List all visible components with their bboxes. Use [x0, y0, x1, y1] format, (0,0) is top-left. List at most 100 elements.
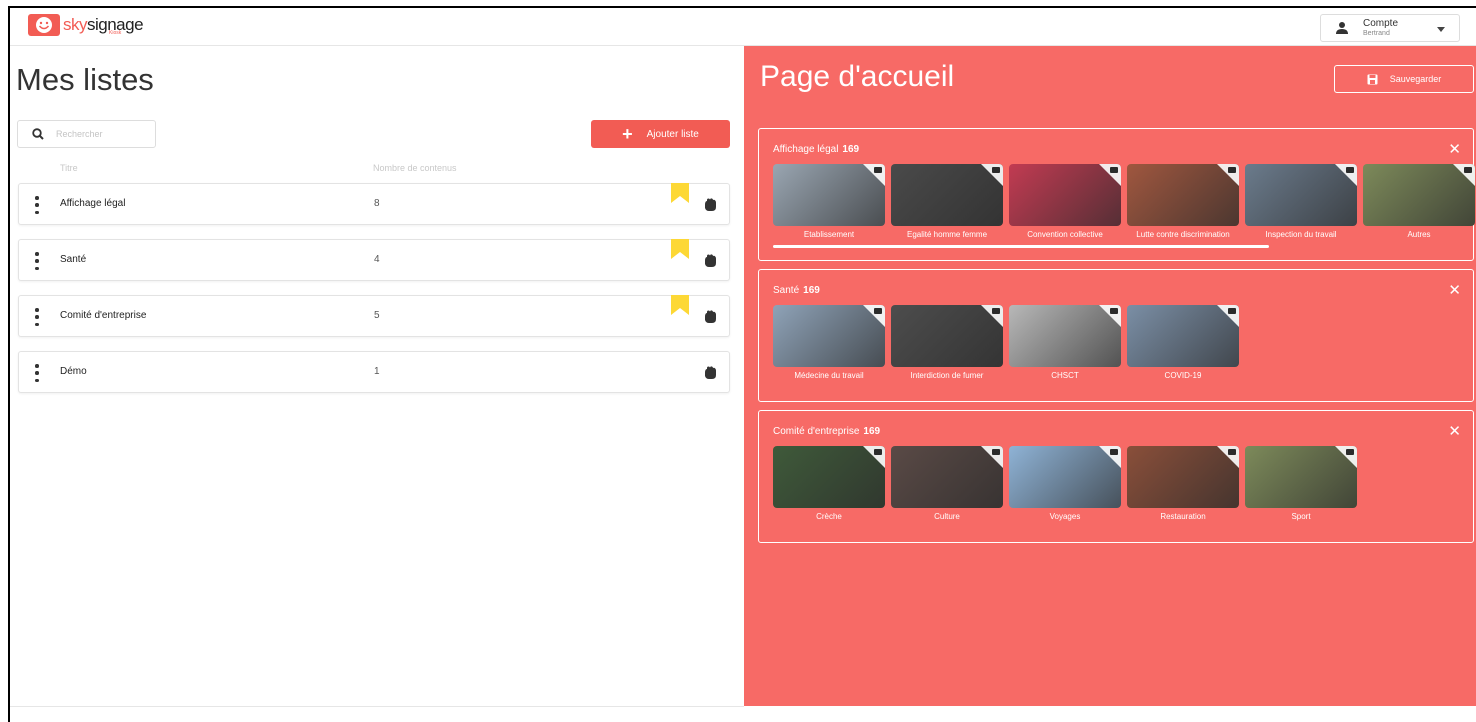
list-row[interactable]: Affichage légal 8	[18, 183, 730, 225]
thumbnail-image	[1245, 446, 1357, 508]
drag-hand-icon[interactable]	[703, 365, 718, 380]
drag-hand-icon[interactable]	[703, 309, 718, 324]
column-header-title: Titre	[60, 163, 78, 173]
content-thumbnail[interactable]: Culture	[891, 446, 1003, 521]
folder-icon	[1110, 308, 1118, 314]
list-row[interactable]: Comité d'entreprise 5	[18, 295, 730, 337]
content-thumbnail[interactable]: Autres	[1363, 164, 1475, 239]
thumbnail-image	[1009, 164, 1121, 226]
thumbnail-image	[773, 164, 885, 226]
more-vertical-icon[interactable]	[35, 308, 39, 326]
close-icon[interactable]: ✕	[1448, 142, 1461, 157]
bookmark-icon[interactable]	[671, 183, 689, 203]
section-title: Comité d'entreprise 169	[773, 426, 880, 437]
content-thumbnail[interactable]: Sport	[1245, 446, 1357, 521]
thumbnail-label: COVID-19	[1164, 371, 1202, 380]
folder-icon	[1346, 449, 1354, 455]
logo-subtitle: Kiosk	[109, 30, 122, 36]
save-icon	[1367, 74, 1378, 84]
plus-icon: +	[622, 124, 633, 144]
home-panel: Page d'accueil Sauvegarder Affichage lég…	[744, 46, 1476, 706]
list-row[interactable]: Santé 4	[18, 239, 730, 281]
thumbnail-image	[1127, 446, 1239, 508]
list-count: 1	[374, 366, 380, 377]
folder-icon	[992, 308, 1000, 314]
save-button[interactable]: Sauvegarder	[1334, 65, 1474, 93]
folder-icon	[1228, 308, 1236, 314]
horizontal-scrollbar[interactable]	[773, 245, 1269, 248]
close-icon[interactable]: ✕	[1448, 283, 1461, 298]
home-section-card: Comité d'entreprise 169 ✕ Crèche Culture Voya…	[758, 410, 1474, 543]
section-title: Santé 169	[773, 285, 820, 296]
thumbnail-label: Sport	[1291, 512, 1311, 521]
thumbnail-label: Voyages	[1049, 512, 1081, 521]
content-thumbnail[interactable]: Lutte contre discrimination	[1127, 164, 1239, 239]
drag-hand-icon[interactable]	[703, 253, 718, 268]
logo-text: skysignage	[63, 15, 144, 34]
list-title: Santé	[60, 254, 87, 265]
thumbnail-strip: Etablissement Egalité homme femme Conventi…	[773, 164, 1476, 239]
thumbnail-image	[1127, 164, 1239, 226]
bookmark-icon[interactable]	[671, 239, 689, 259]
content-thumbnail[interactable]: Convention collective	[1009, 164, 1121, 239]
content-thumbnail[interactable]: Egalité homme femme	[891, 164, 1003, 239]
home-section-card: Santé 169 ✕ Médecine du travail Interdiction…	[758, 269, 1474, 402]
list-title: Affichage légal	[60, 198, 126, 209]
thumbnail-image	[891, 305, 1003, 367]
home-title: Page d'accueil	[760, 60, 955, 93]
content-thumbnail[interactable]: COVID-19	[1127, 305, 1239, 380]
footer	[10, 706, 744, 722]
search-icon	[32, 128, 44, 140]
folder-icon	[1228, 167, 1236, 173]
search-input[interactable]: Rechercher	[17, 120, 156, 148]
list-count: 8	[374, 198, 380, 209]
account-title: Compte	[1363, 18, 1399, 29]
search-placeholder: Rechercher	[56, 129, 103, 139]
thumbnail-label: Lutte contre discrimination	[1136, 230, 1230, 239]
content-thumbnail[interactable]: CHSCT	[1009, 305, 1121, 380]
close-icon[interactable]: ✕	[1448, 424, 1461, 439]
save-label: Sauvegarder	[1389, 74, 1442, 84]
content-thumbnail[interactable]: Médecine du travail	[773, 305, 885, 380]
more-vertical-icon[interactable]	[35, 252, 39, 270]
add-list-button[interactable]: + Ajouter liste	[591, 120, 730, 148]
more-vertical-icon[interactable]	[35, 196, 39, 214]
folder-icon	[1110, 449, 1118, 455]
thumbnail-image	[1009, 446, 1121, 508]
drag-hand-icon[interactable]	[703, 197, 718, 212]
thumbnail-label: Etablissement	[803, 230, 855, 239]
list-title: Démo	[60, 366, 87, 377]
content-thumbnail[interactable]: Restauration	[1127, 446, 1239, 521]
thumbnail-label: Egalité homme femme	[906, 230, 988, 239]
section-name: Santé	[773, 285, 800, 296]
folder-icon	[1464, 167, 1472, 173]
list-row[interactable]: Démo 1	[18, 351, 730, 393]
thumbnail-image	[1127, 305, 1239, 367]
section-title: Affichage légal 169	[773, 144, 859, 155]
content-thumbnail[interactable]: Inspection du travail	[1245, 164, 1357, 239]
thumbnail-image	[891, 446, 1003, 508]
content-thumbnail[interactable]: Etablissement	[773, 164, 885, 239]
thumbnail-label: Culture	[934, 512, 960, 521]
folder-icon	[874, 167, 882, 173]
bookmark-icon[interactable]	[671, 295, 689, 315]
content-thumbnail[interactable]: Interdiction de fumer	[891, 305, 1003, 380]
logo[interactable]: skysignage	[28, 14, 144, 36]
thumbnail-image	[773, 446, 885, 508]
list-count: 4	[374, 254, 380, 265]
app-frame: skysignage Kiosk Compte Bertrand Mes lis…	[8, 6, 1476, 722]
folder-icon	[1346, 167, 1354, 173]
thumbnail-label: CHSCT	[1051, 371, 1079, 380]
thumbnail-label: Crèche	[816, 512, 842, 521]
account-menu[interactable]: Compte Bertrand	[1320, 14, 1460, 42]
content-thumbnail[interactable]: Voyages	[1009, 446, 1121, 521]
section-name: Comité d'entreprise	[773, 426, 860, 437]
chevron-down-icon	[1437, 27, 1445, 32]
content-thumbnail[interactable]: Crèche	[773, 446, 885, 521]
thumbnail-label: Médecine du travail	[794, 371, 864, 380]
thumbnail-strip: Médecine du travail Interdiction de fumer…	[773, 305, 1245, 380]
lists-panel: Mes listes Rechercher + Ajouter liste Ti…	[10, 46, 744, 706]
more-vertical-icon[interactable]	[35, 364, 39, 382]
folder-icon	[874, 308, 882, 314]
top-bar: skysignage Kiosk Compte Bertrand	[10, 8, 1476, 46]
